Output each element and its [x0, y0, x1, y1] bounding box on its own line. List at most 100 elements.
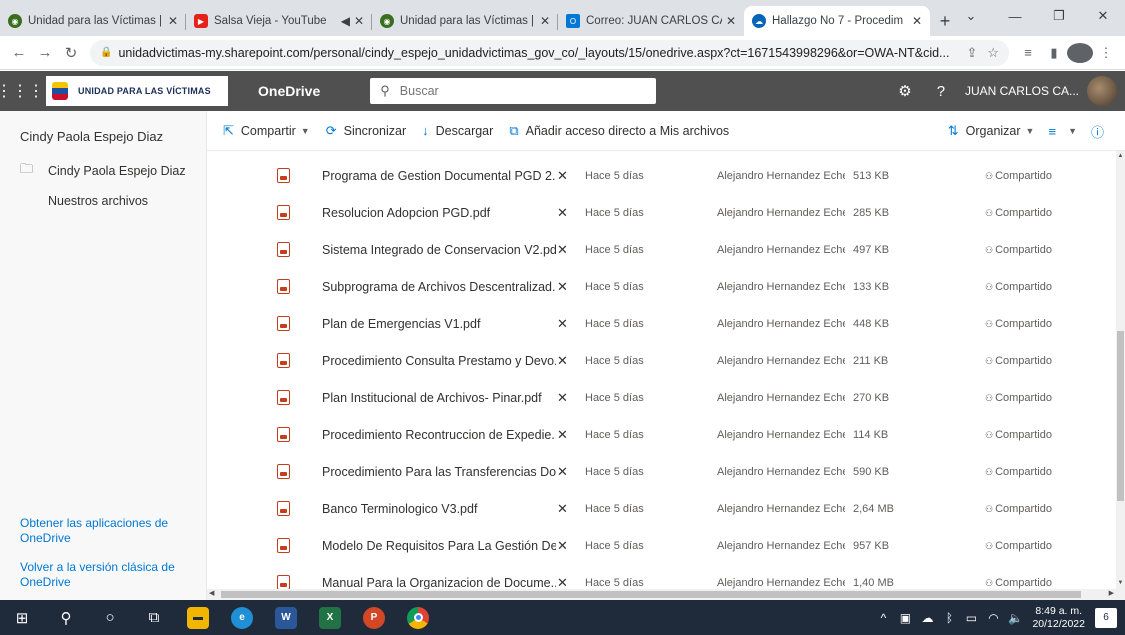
- wifi-icon[interactable]: ◠: [982, 611, 1004, 625]
- scrollbar-thumb[interactable]: [1117, 331, 1124, 501]
- table-row[interactable]: Plan Institucional de Archivos- Pinar.pd…: [207, 379, 1116, 416]
- task-view-icon[interactable]: ⧉: [132, 600, 176, 635]
- notifications-icon[interactable]: 6: [1095, 607, 1117, 628]
- sync-button[interactable]: ⟳ Sincronizar: [326, 123, 406, 139]
- sharing-status[interactable]: ⚇ Compartido: [985, 503, 1052, 515]
- file-name[interactable]: Banco Terminologico V3.pdf: [322, 502, 556, 516]
- table-row[interactable]: Procedimiento Consulta Prestamo y Devo..…: [207, 342, 1116, 379]
- sharing-status[interactable]: ⚇ Compartido: [985, 429, 1052, 441]
- share-action-icon[interactable]: ✕: [557, 168, 568, 184]
- browser-menu-icon[interactable]: ⋮: [1093, 45, 1119, 61]
- minimize-icon[interactable]: —: [993, 0, 1037, 32]
- file-name[interactable]: Subprograma de Archivos Descentralizad..…: [322, 280, 556, 294]
- share-action-icon[interactable]: ✕: [557, 242, 568, 258]
- side-panel-icon[interactable]: ▮: [1041, 45, 1067, 61]
- nav-item-our-files[interactable]: Nuestros archivos: [0, 186, 206, 216]
- help-icon[interactable]: ?: [923, 83, 959, 100]
- share-action-icon[interactable]: ✕: [557, 353, 568, 369]
- battery-icon[interactable]: ▭: [960, 611, 982, 625]
- table-row[interactable]: Plan de Emergencias V1.pdf ✕ Hace 5 días Al…: [207, 305, 1116, 342]
- tab-search-icon[interactable]: ⌄: [949, 0, 993, 32]
- browser-tab[interactable]: ▶ Salsa Vieja - YouTube ◀ ✕: [186, 6, 372, 36]
- horizontal-scrollbar[interactable]: ◀ ▶: [207, 589, 1116, 600]
- table-row[interactable]: Banco Terminologico V3.pdf ✕ Hace 5 días Al…: [207, 490, 1116, 527]
- powerpoint-icon[interactable]: P: [352, 600, 396, 635]
- share-action-icon[interactable]: ✕: [557, 316, 568, 332]
- cortana-icon[interactable]: ○: [88, 600, 132, 635]
- file-name[interactable]: Procedimiento Para las Transferencias Do…: [322, 465, 556, 479]
- share-action-icon[interactable]: ✕: [557, 205, 568, 221]
- profile-icon[interactable]: ●: [1067, 42, 1093, 63]
- search-input[interactable]: [399, 84, 647, 98]
- sharing-status[interactable]: ⚇ Compartido: [985, 355, 1052, 367]
- file-name[interactable]: Sistema Integrado de Conservacion V2.pdf: [322, 243, 556, 257]
- share-action-icon[interactable]: ✕: [557, 464, 568, 480]
- scroll-right-icon[interactable]: ▶: [1109, 589, 1114, 597]
- restore-icon[interactable]: ❐: [1037, 0, 1081, 32]
- sharing-status[interactable]: ⚇ Compartido: [985, 392, 1052, 404]
- chrome-icon[interactable]: [396, 600, 440, 635]
- address-bar[interactable]: 🔒 unidadvictimas-my.sharepoint.com/perso…: [90, 39, 1009, 66]
- file-name[interactable]: Programa de Gestion Documental PGD 2...: [322, 169, 556, 183]
- file-name[interactable]: Plan de Emergencias V1.pdf: [322, 317, 556, 331]
- share-action-icon[interactable]: ✕: [557, 501, 568, 517]
- search-box[interactable]: ⚲: [370, 78, 657, 104]
- volume-icon[interactable]: 🔈: [1004, 611, 1026, 625]
- file-name[interactable]: Manual Para la Organizacion de Docume...: [322, 576, 556, 590]
- edge-icon[interactable]: e: [220, 600, 264, 635]
- share-action-icon[interactable]: ✕: [557, 538, 568, 554]
- app-title[interactable]: OneDrive: [258, 83, 320, 99]
- file-name[interactable]: Procedimiento Recontruccion de Expedie..…: [322, 428, 556, 442]
- close-tab-icon[interactable]: ✕: [168, 14, 178, 28]
- file-name[interactable]: Plan Institucional de Archivos- Pinar.pd…: [322, 391, 556, 405]
- table-row[interactable]: Resolucion Adopcion PGD.pdf ✕ Hace 5 días A…: [207, 194, 1116, 231]
- file-name[interactable]: Resolucion Adopcion PGD.pdf: [322, 206, 556, 220]
- view-options-button[interactable]: ≡ ▼: [1048, 124, 1077, 139]
- sharing-status[interactable]: ⚇ Compartido: [985, 170, 1052, 182]
- file-name[interactable]: Modelo De Requisitos Para La Gestión De.…: [322, 539, 556, 553]
- table-row[interactable]: Subprograma de Archivos Descentralizad..…: [207, 268, 1116, 305]
- details-pane-button[interactable]: ⓘ: [1091, 122, 1111, 141]
- close-tab-icon[interactable]: ✕: [912, 14, 922, 28]
- close-tab-icon[interactable]: ✕: [726, 14, 736, 28]
- bluetooth-icon[interactable]: ᛒ: [938, 611, 960, 625]
- onedrive-tray-icon[interactable]: ☁: [916, 611, 938, 625]
- file-name[interactable]: Procedimiento Consulta Prestamo y Devo..…: [322, 354, 556, 368]
- sharing-status[interactable]: ⚇ Compartido: [985, 281, 1052, 293]
- org-logo[interactable]: UNIDAD PARA LAS VÍCTIMAS: [46, 76, 228, 106]
- browser-tab[interactable]: O Correo: JUAN CARLOS CA ✕: [558, 6, 744, 36]
- table-row[interactable]: Modelo De Requisitos Para La Gestión De.…: [207, 527, 1116, 564]
- taskbar-search-icon[interactable]: ⚲: [44, 600, 88, 635]
- table-row[interactable]: Sistema Integrado de Conservacion V2.pdf…: [207, 231, 1116, 268]
- table-row[interactable]: Procedimiento Para las Transferencias Do…: [207, 453, 1116, 490]
- scroll-down-icon[interactable]: ▼: [1116, 580, 1125, 586]
- share-action-icon[interactable]: ✕: [557, 427, 568, 443]
- sharing-status[interactable]: ⚇ Compartido: [985, 540, 1052, 552]
- show-hidden-icons-icon[interactable]: ^: [872, 611, 894, 625]
- tray-app-icon[interactable]: ▣: [894, 611, 916, 625]
- reading-list-icon[interactable]: ≡: [1015, 45, 1041, 60]
- file-explorer-icon[interactable]: ▬: [176, 600, 220, 635]
- sharing-status[interactable]: ⚇ Compartido: [985, 466, 1052, 478]
- settings-gear-icon[interactable]: ⚙: [887, 82, 923, 100]
- sharing-status[interactable]: ⚇ Compartido: [985, 318, 1052, 330]
- avatar[interactable]: [1087, 76, 1117, 106]
- forward-icon[interactable]: →: [32, 44, 58, 61]
- excel-icon[interactable]: X: [308, 600, 352, 635]
- get-apps-link[interactable]: Obtener las aplicaciones de OneDrive: [20, 516, 190, 546]
- download-button[interactable]: ↓ Descargar: [422, 123, 493, 138]
- back-icon[interactable]: ←: [6, 44, 32, 61]
- classic-version-link[interactable]: Volver a la versión clásica de OneDrive: [20, 560, 190, 590]
- close-window-icon[interactable]: ✕: [1081, 0, 1125, 32]
- share-action-icon[interactable]: ✕: [557, 279, 568, 295]
- reload-icon[interactable]: ↻: [58, 44, 84, 62]
- clock[interactable]: 8:49 a. m. 20/12/2022: [1032, 605, 1085, 631]
- word-icon[interactable]: W: [264, 600, 308, 635]
- scroll-left-icon[interactable]: ◀: [209, 589, 214, 597]
- scrollbar-thumb[interactable]: [221, 591, 1081, 598]
- share-page-icon[interactable]: ⇪: [966, 45, 977, 61]
- close-tab-icon[interactable]: ✕: [540, 14, 550, 28]
- browser-tab-active[interactable]: ☁ Hallazgo No 7 - Procedim ✕: [744, 6, 930, 36]
- account-name[interactable]: JUAN CARLOS CA...: [965, 84, 1079, 98]
- lock-icon[interactable]: 🔒: [100, 47, 112, 58]
